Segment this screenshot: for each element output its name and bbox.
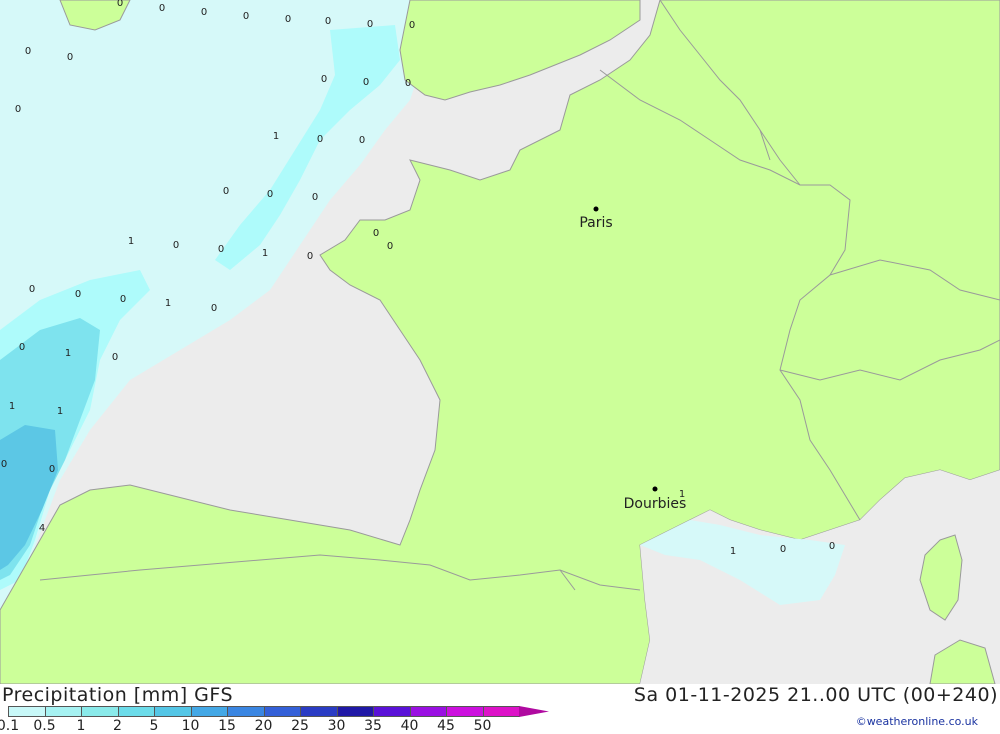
value-label: 0 bbox=[173, 240, 179, 251]
value-label: 0 bbox=[49, 464, 55, 475]
value-label: 0 bbox=[373, 228, 379, 239]
precipitation-map: 0 0 0 0 0 0 0 00000 001 0 00 0 01 0 0 1 00 0 0 1 001 01 10 0411… bbox=[0, 0, 1000, 684]
value-label: 0 bbox=[25, 46, 31, 57]
value-label: 0 bbox=[363, 77, 369, 88]
value-label: 0 bbox=[159, 3, 165, 14]
value-label: 1 bbox=[262, 248, 268, 259]
value-label: 0 bbox=[829, 541, 835, 552]
value-label: 1 bbox=[273, 131, 279, 142]
map-footer: Precipitation [mm] GFS Sa 01-11-2025 21.… bbox=[0, 684, 1000, 734]
value-label: 0 bbox=[223, 186, 229, 197]
value-label: 0 bbox=[243, 11, 249, 22]
legend-tick-label: 1 bbox=[76, 718, 86, 734]
value-label: 1 bbox=[65, 348, 71, 359]
city-label-paris: Paris bbox=[579, 215, 612, 231]
city-label-dourbies: Dourbies bbox=[624, 496, 687, 512]
value-label: 0 bbox=[211, 303, 217, 314]
value-label: 0 bbox=[387, 241, 393, 252]
legend-swatch bbox=[8, 706, 46, 717]
forecast-datetime: Sa 01-11-2025 21..00 UTC (00+240) bbox=[633, 684, 998, 706]
value-label: 0 bbox=[409, 20, 415, 31]
value-label: 0 bbox=[29, 284, 35, 295]
value-label: 1 bbox=[9, 401, 15, 412]
legend-swatch bbox=[44, 706, 82, 717]
legend-tick-label: 10 bbox=[181, 718, 200, 734]
credit-link[interactable]: ©weatheronline.co.uk bbox=[856, 715, 978, 728]
legend-tick-label: 35 bbox=[364, 718, 382, 734]
value-label: 0 bbox=[321, 74, 327, 85]
value-label: 0 bbox=[780, 544, 786, 555]
legend-tick-label: 0.1 bbox=[0, 718, 20, 734]
value-label: 0 bbox=[267, 189, 273, 200]
value-label: 0 bbox=[120, 294, 126, 305]
legend-swatch bbox=[336, 706, 374, 717]
legend-swatch bbox=[81, 706, 119, 717]
value-label: 0 bbox=[19, 342, 25, 353]
value-label: 4 bbox=[39, 523, 45, 534]
value-label: 0 bbox=[112, 352, 118, 363]
legend-tick-label: 45 bbox=[437, 718, 455, 734]
legend-tick-label: 50 bbox=[473, 718, 492, 734]
legend-tick-label: 30 bbox=[327, 718, 346, 734]
value-label: 0 bbox=[67, 52, 73, 63]
value-label: 1 bbox=[128, 236, 134, 247]
value-label: 0 bbox=[117, 0, 123, 9]
value-label: 0 bbox=[285, 14, 291, 25]
legend-tick-label: 40 bbox=[400, 718, 419, 734]
legend-swatch bbox=[117, 706, 155, 717]
value-label: 0 bbox=[15, 104, 21, 115]
legend-tick-label: 25 bbox=[291, 718, 309, 734]
legend-tick-label: 0.5 bbox=[33, 718, 56, 734]
value-label: 0 bbox=[1, 459, 7, 470]
value-label: 0 bbox=[325, 16, 331, 27]
legend-swatch bbox=[300, 706, 338, 717]
value-label: 0 bbox=[307, 251, 313, 262]
legend-tick-label: 20 bbox=[254, 718, 273, 734]
legend-swatch bbox=[409, 706, 447, 717]
value-label: 1 bbox=[730, 546, 736, 557]
value-label: 0 bbox=[75, 289, 81, 300]
legend-swatch bbox=[263, 706, 301, 717]
legend-tick-label: 2 bbox=[113, 718, 122, 734]
value-label: 0 bbox=[201, 7, 207, 18]
value-label: 0 bbox=[218, 244, 224, 255]
value-label: 0 bbox=[359, 135, 365, 146]
value-label: 0 bbox=[312, 192, 318, 203]
legend-swatch bbox=[446, 706, 484, 717]
legend-tick-label: 5 bbox=[149, 718, 159, 734]
value-label: 0 bbox=[367, 19, 373, 30]
legend-tick-label: 15 bbox=[218, 718, 236, 734]
legend-swatch bbox=[190, 706, 228, 717]
legend-swatch bbox=[373, 706, 411, 717]
legend-swatch bbox=[519, 706, 549, 717]
legend-swatch bbox=[482, 706, 520, 717]
value-label: 1 bbox=[165, 298, 171, 309]
legend-swatch bbox=[154, 706, 192, 717]
value-label: 0 bbox=[405, 78, 411, 89]
value-label: 0 bbox=[317, 134, 323, 145]
map-title: Precipitation [mm] GFS bbox=[2, 684, 234, 706]
value-label: 1 bbox=[57, 406, 63, 417]
legend-swatch bbox=[227, 706, 265, 717]
